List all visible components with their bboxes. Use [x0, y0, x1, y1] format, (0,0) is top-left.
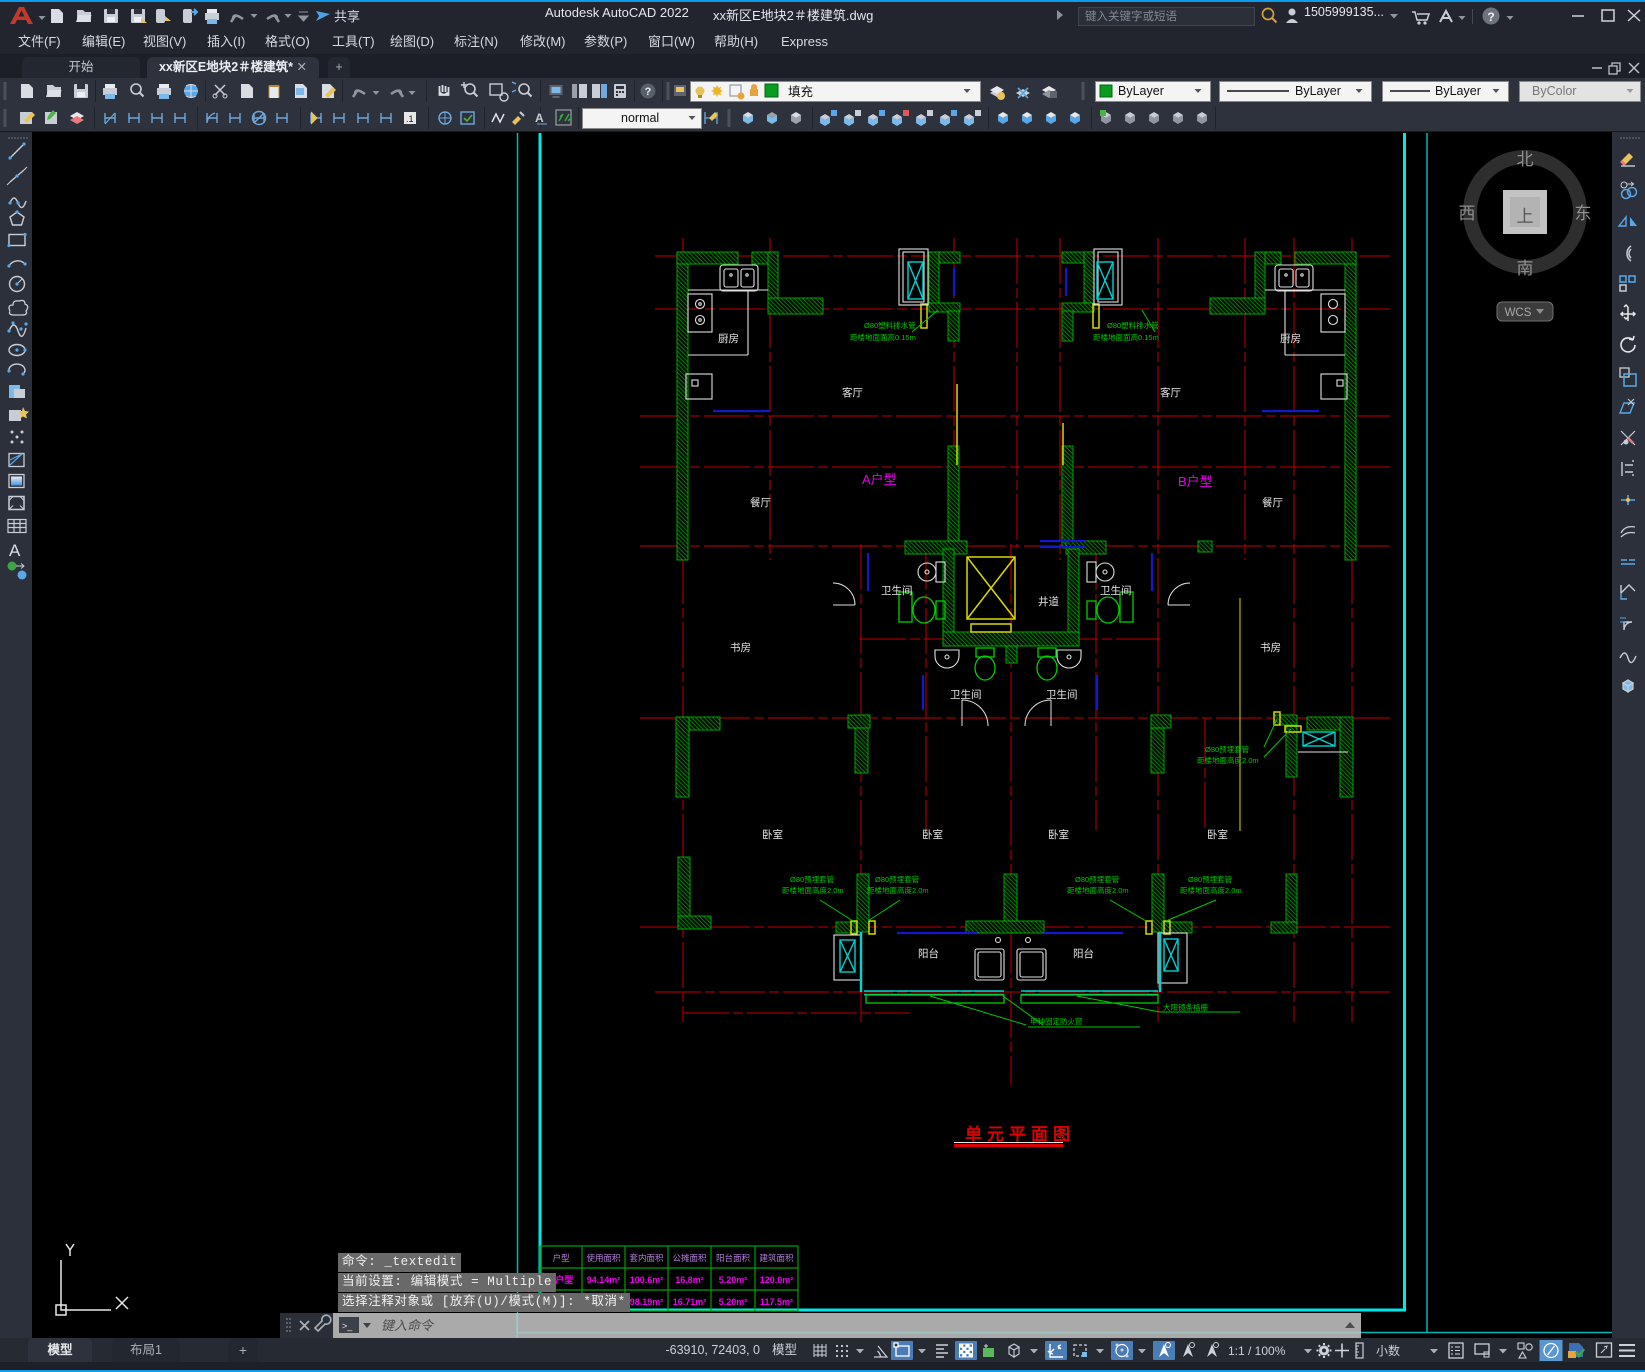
svg-text:1:1 / 100%: 1:1 / 100% [1228, 1344, 1286, 1358]
svg-text:小数: 小数 [1376, 1343, 1400, 1358]
